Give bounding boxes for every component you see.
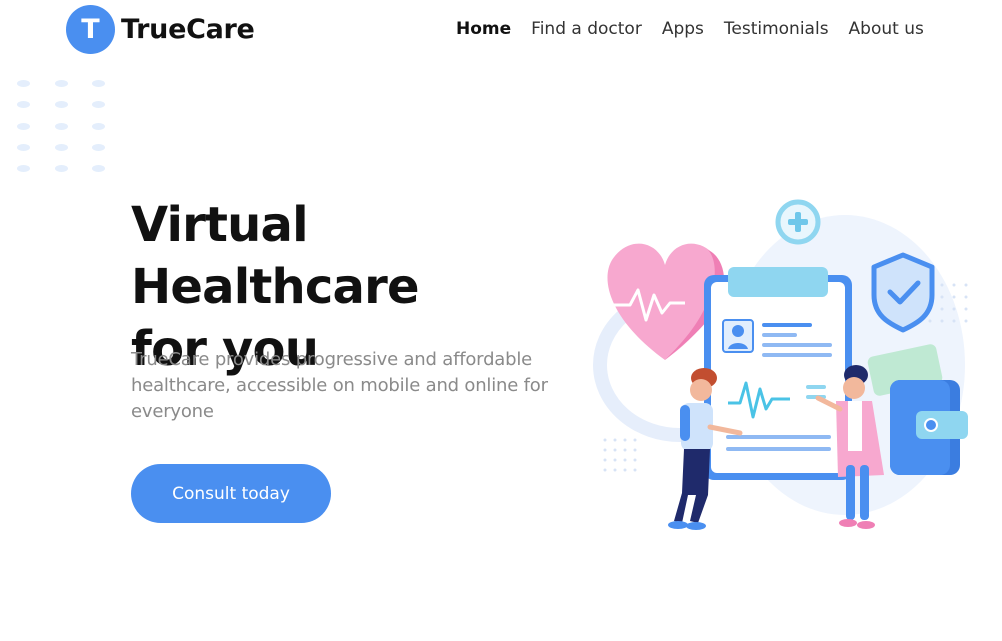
logo-icon: T: [66, 5, 115, 54]
hero-description: TrueCare provides progressive and afford…: [131, 349, 548, 422]
nav-find-doctor[interactable]: Find a doctor: [531, 19, 642, 39]
nav-testimonials[interactable]: Testimonials: [724, 19, 829, 39]
main-nav: Home Find a doctor Apps Testimonials Abo…: [456, 19, 944, 39]
nav-home[interactable]: Home: [456, 19, 511, 39]
brand-name: TrueCare: [121, 14, 255, 45]
shield-check-icon: [871, 252, 935, 333]
nav-apps[interactable]: Apps: [662, 19, 704, 39]
hero-title-line-1: Virtual Healthcare: [131, 197, 420, 315]
nav-about-us[interactable]: About us: [849, 19, 924, 39]
telehealth-illustration: [593, 199, 968, 530]
decorative-dot-grid: [17, 80, 107, 176]
brand-logo[interactable]: T TrueCare: [66, 5, 255, 54]
clipboard-icon: [704, 267, 852, 480]
medical-cross-icon: [775, 199, 821, 245]
consult-today-button[interactable]: Consult today: [131, 464, 331, 523]
